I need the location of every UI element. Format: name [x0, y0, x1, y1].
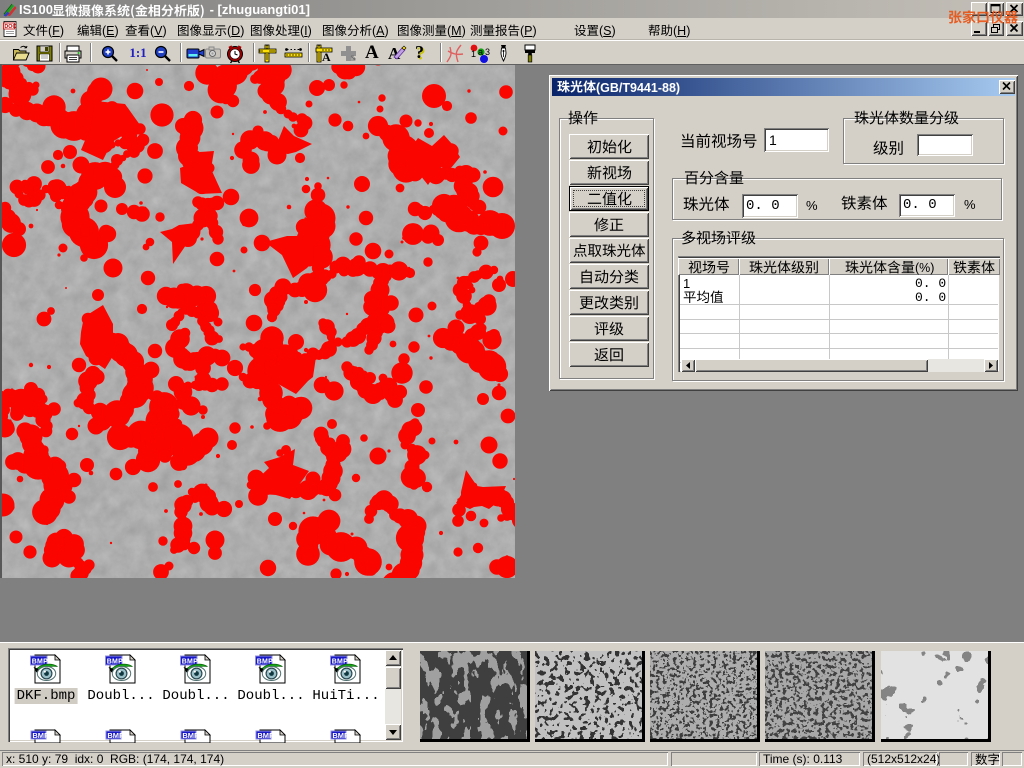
- svg-text:1: 1: [471, 49, 476, 59]
- svg-text:BMP: BMP: [332, 731, 349, 740]
- svg-text:BMP: BMP: [107, 731, 124, 740]
- svg-text:BMP: BMP: [257, 731, 274, 740]
- svg-text:DOC: DOC: [4, 24, 16, 30]
- svg-text:3: 3: [485, 47, 490, 57]
- svg-text:BMP: BMP: [32, 731, 49, 740]
- svg-text:a: a: [478, 47, 483, 57]
- svg-text:BMP: BMP: [182, 731, 199, 740]
- svg-text:A: A: [322, 50, 331, 64]
